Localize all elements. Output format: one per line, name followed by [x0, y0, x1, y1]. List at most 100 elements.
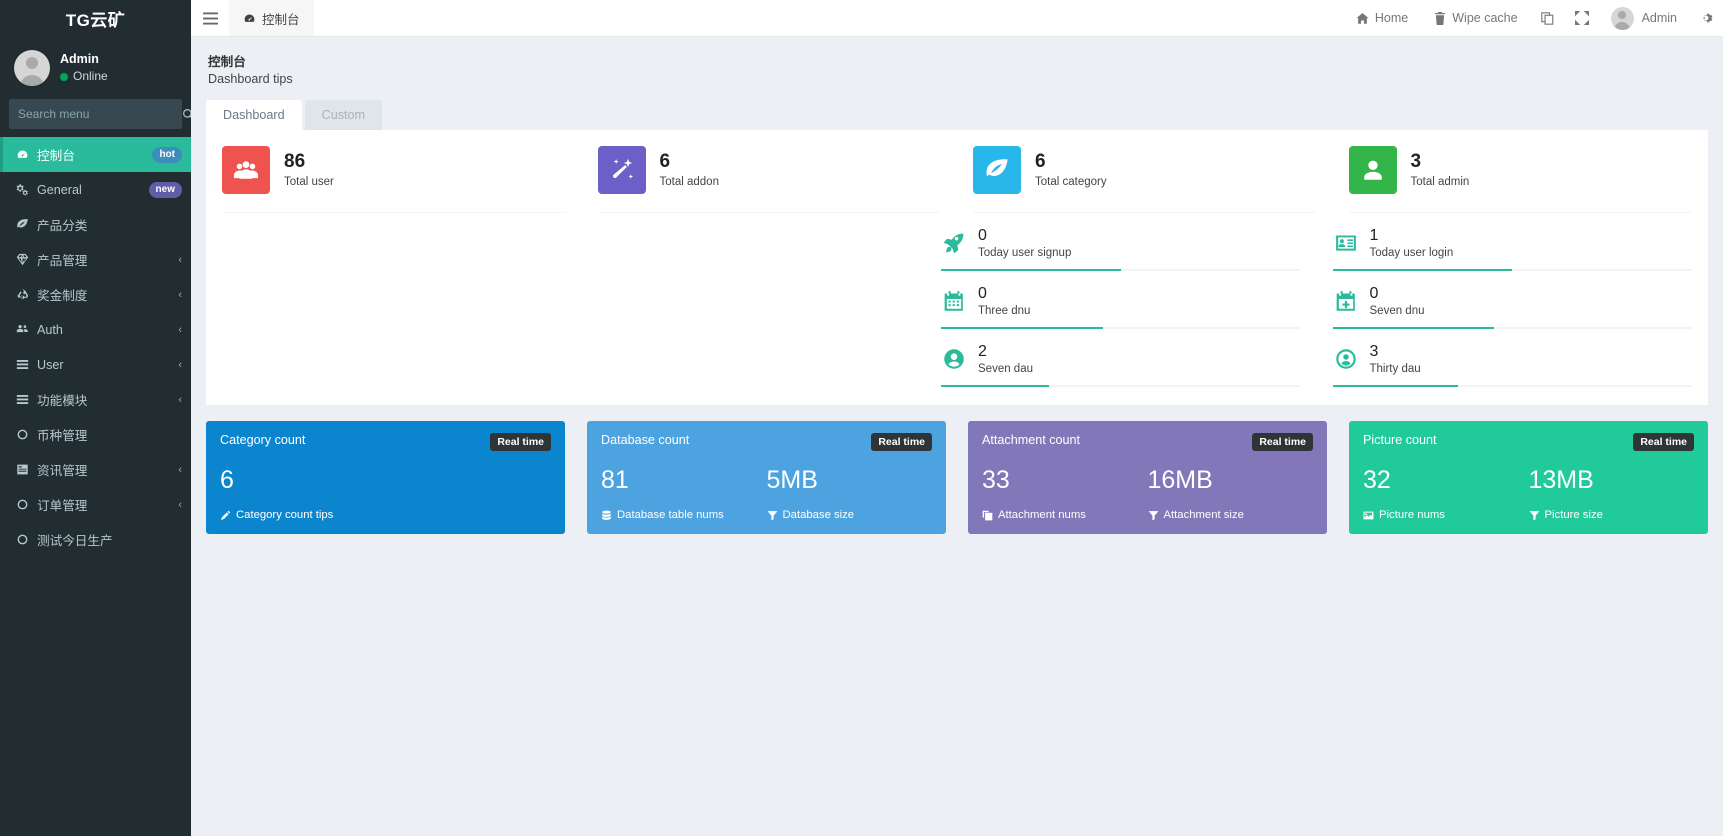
stat-value: 6	[659, 150, 671, 172]
gear-icon[interactable]	[1689, 0, 1723, 36]
sidebar-item-8[interactable]: 币种管理	[0, 417, 191, 452]
main-content: 控制台 Dashboard tips Dashboard Custom 86 Tot…	[191, 37, 1723, 836]
top-navbar: 控制台 Home Wipe cache Admin	[191, 0, 1723, 37]
user-icon	[1363, 160, 1382, 180]
chevron-left-icon: ‹	[178, 498, 182, 511]
navbar-tab-dashboard[interactable]: 控制台	[229, 0, 314, 36]
sidebar-item-7[interactable]: 功能模块 ‹	[0, 382, 191, 417]
info-box-primary-label: Database table nums	[617, 509, 724, 521]
trash-icon	[1435, 11, 1446, 25]
info-box-footer: Database table nums Database size	[601, 509, 932, 521]
stat-column: 3 Total admin	[1333, 144, 1709, 213]
info-box-primary-label: Attachment nums	[998, 509, 1086, 521]
content-header: 控制台 Dashboard tips	[191, 37, 1723, 86]
mini-stat-progress	[941, 385, 1301, 387]
sidebar-item-badge: new	[148, 181, 182, 198]
id-card-icon	[1335, 235, 1356, 251]
users-group-icon	[222, 146, 270, 194]
user-circle-icon	[944, 349, 964, 369]
app-root: TG云矿 Admin Online 控制台hotGener	[0, 0, 1723, 836]
leaf-icon	[16, 218, 37, 231]
mini-stat-right-1[interactable]: 0 Seven dnu	[1332, 271, 1692, 329]
sidebar-item-label: 控制台	[37, 149, 75, 163]
leaf-icon	[973, 146, 1021, 194]
list-icon	[16, 358, 37, 371]
navbar-user-menu[interactable]: Admin	[1599, 0, 1689, 36]
nav-link-wipe-cache[interactable]: Wipe cache	[1421, 0, 1530, 36]
sidebar-item-label: 测试今日生产	[37, 534, 113, 548]
calendar-icon	[941, 288, 967, 314]
calendar-plus-icon	[1333, 288, 1359, 314]
sidebar-user-name: Admin	[60, 52, 99, 67]
stat-label: Total category	[1035, 176, 1107, 189]
gears-icon	[16, 184, 28, 196]
stat-box-3[interactable]: 3 Total admin	[1348, 144, 1692, 213]
stat-box-0[interactable]: 86 Total user	[222, 144, 566, 213]
sidebar-item-3[interactable]: 产品管理 ‹	[0, 242, 191, 277]
mini-stat-left-2[interactable]: 2 Seven dau	[941, 329, 1301, 387]
hamburger-icon[interactable]	[191, 0, 229, 36]
rocket-icon	[941, 230, 967, 256]
sidebar-item-4[interactable]: 奖金制度 ‹	[0, 277, 191, 312]
leaf-icon	[17, 219, 28, 228]
mini-stat-left-0[interactable]: 0 Today user signup	[941, 213, 1301, 271]
mini-stat-label: Seven dnu	[1369, 305, 1425, 317]
sidebar-item-badge: hot	[152, 146, 182, 163]
home-icon	[1356, 12, 1369, 24]
circle-icon	[17, 429, 28, 440]
sidebar-item-6[interactable]: User ‹	[0, 347, 191, 382]
stat-label: Total user	[284, 176, 334, 189]
info-box-secondary-value: 16MB	[1147, 465, 1213, 494]
search-input[interactable]	[9, 107, 182, 121]
mini-stat-label: Seven dau	[978, 363, 1033, 375]
mini-stat-label: Three dnu	[978, 305, 1031, 317]
sidebar-menu: 控制台 hot General new 产品分类 产品管理 ‹ 奖金制度 ‹ Auth ‹ User ‹…	[0, 137, 191, 557]
tab-dashboard[interactable]: Dashboard	[206, 100, 302, 130]
search-icon[interactable]	[182, 99, 191, 129]
pencil-icon	[220, 510, 231, 520]
stat-box-1[interactable]: 6 Total addon	[597, 144, 941, 213]
info-box-3[interactable]: Picture count Real time 32 13MB Picture nums…	[1349, 421, 1708, 534]
mini-stat-value: 1	[1369, 227, 1379, 244]
mini-stat-right-0[interactable]: 1 Today user login	[1332, 213, 1692, 271]
calendar-plus-icon	[1336, 291, 1355, 311]
info-box-footer: Category count tips	[220, 509, 551, 521]
circle-icon	[16, 428, 37, 441]
tab-custom[interactable]: Custom	[304, 100, 383, 130]
sidebar-item-label: 功能模块	[37, 394, 88, 408]
info-box-secondary-value: 5MB	[766, 465, 818, 494]
nav-link-home-label: Home	[1374, 11, 1409, 25]
mini-stat-right-2[interactable]: 3 Thirty dau	[1332, 329, 1692, 387]
diamond-icon	[16, 253, 29, 266]
stat-column: 86 Total user	[206, 144, 582, 213]
sidebar-item-0[interactable]: 控制台 hot	[0, 137, 191, 172]
sidebar-item-5[interactable]: Auth ‹	[0, 312, 191, 347]
info-box-secondary-label: Database size	[782, 509, 855, 521]
stat-value: 86	[284, 150, 306, 172]
gears-icon	[16, 183, 37, 196]
sidebar-item-11[interactable]: 测试今日生产	[0, 522, 191, 557]
sidebar-item-2[interactable]: 产品分类	[0, 207, 191, 242]
info-box-secondary-label-wrap: Database size	[767, 509, 933, 521]
filter-icon	[767, 510, 777, 520]
sidebar-item-9[interactable]: 资讯管理 ‹	[0, 452, 191, 487]
dashboard-icon	[244, 13, 255, 22]
fullscreen-icon[interactable]	[1565, 0, 1599, 36]
chevron-left-icon: ‹	[178, 393, 182, 406]
info-box-0[interactable]: Category count Real time 6 Category count t…	[206, 421, 565, 534]
mini-stat-left-1[interactable]: 0 Three dnu	[941, 271, 1301, 329]
app-logo[interactable]: TG云矿	[0, 0, 191, 37]
stat-label: Total addon	[659, 176, 719, 189]
info-box-1[interactable]: Database count Real time 81 5MB Database tab…	[587, 421, 946, 534]
stat-column: 6 Total category	[957, 144, 1333, 213]
rocket-icon	[944, 233, 964, 253]
clone-icon[interactable]	[1531, 0, 1565, 36]
sidebar-item-10[interactable]: 订单管理 ‹	[0, 487, 191, 522]
circle-icon	[16, 533, 37, 546]
sidebar-item-1[interactable]: General new	[0, 172, 191, 207]
info-box-2[interactable]: Attachment count Real time 33 16MB Attachmen…	[968, 421, 1327, 534]
nav-link-home[interactable]: Home	[1343, 0, 1421, 36]
database-icon	[602, 510, 611, 520]
stat-box-2[interactable]: 6 Total category	[973, 144, 1317, 213]
sidebar-item-label: 资讯管理	[37, 464, 88, 478]
